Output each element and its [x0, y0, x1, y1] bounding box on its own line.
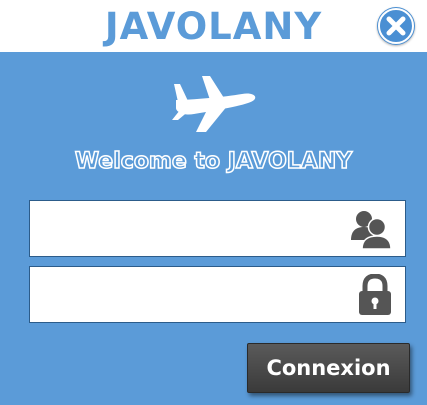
login-button[interactable]: Connexion: [247, 343, 410, 393]
close-button[interactable]: [377, 7, 415, 45]
close-x-icon: [378, 8, 414, 44]
airplane-icon: [172, 76, 256, 132]
password-field[interactable]: [29, 266, 406, 323]
app-title: JAVOLANY: [104, 5, 323, 48]
users-icon: [351, 211, 392, 250]
lock-icon: [359, 274, 391, 315]
username-field[interactable]: [29, 200, 406, 257]
login-panel: Welcome to JAVOLANY Connexion: [0, 52, 427, 405]
password-input[interactable]: [36, 273, 340, 318]
header-bar: JAVOLANY: [0, 0, 427, 52]
username-input[interactable]: [36, 207, 340, 252]
welcome-heading: Welcome to JAVOLANY: [74, 148, 353, 175]
